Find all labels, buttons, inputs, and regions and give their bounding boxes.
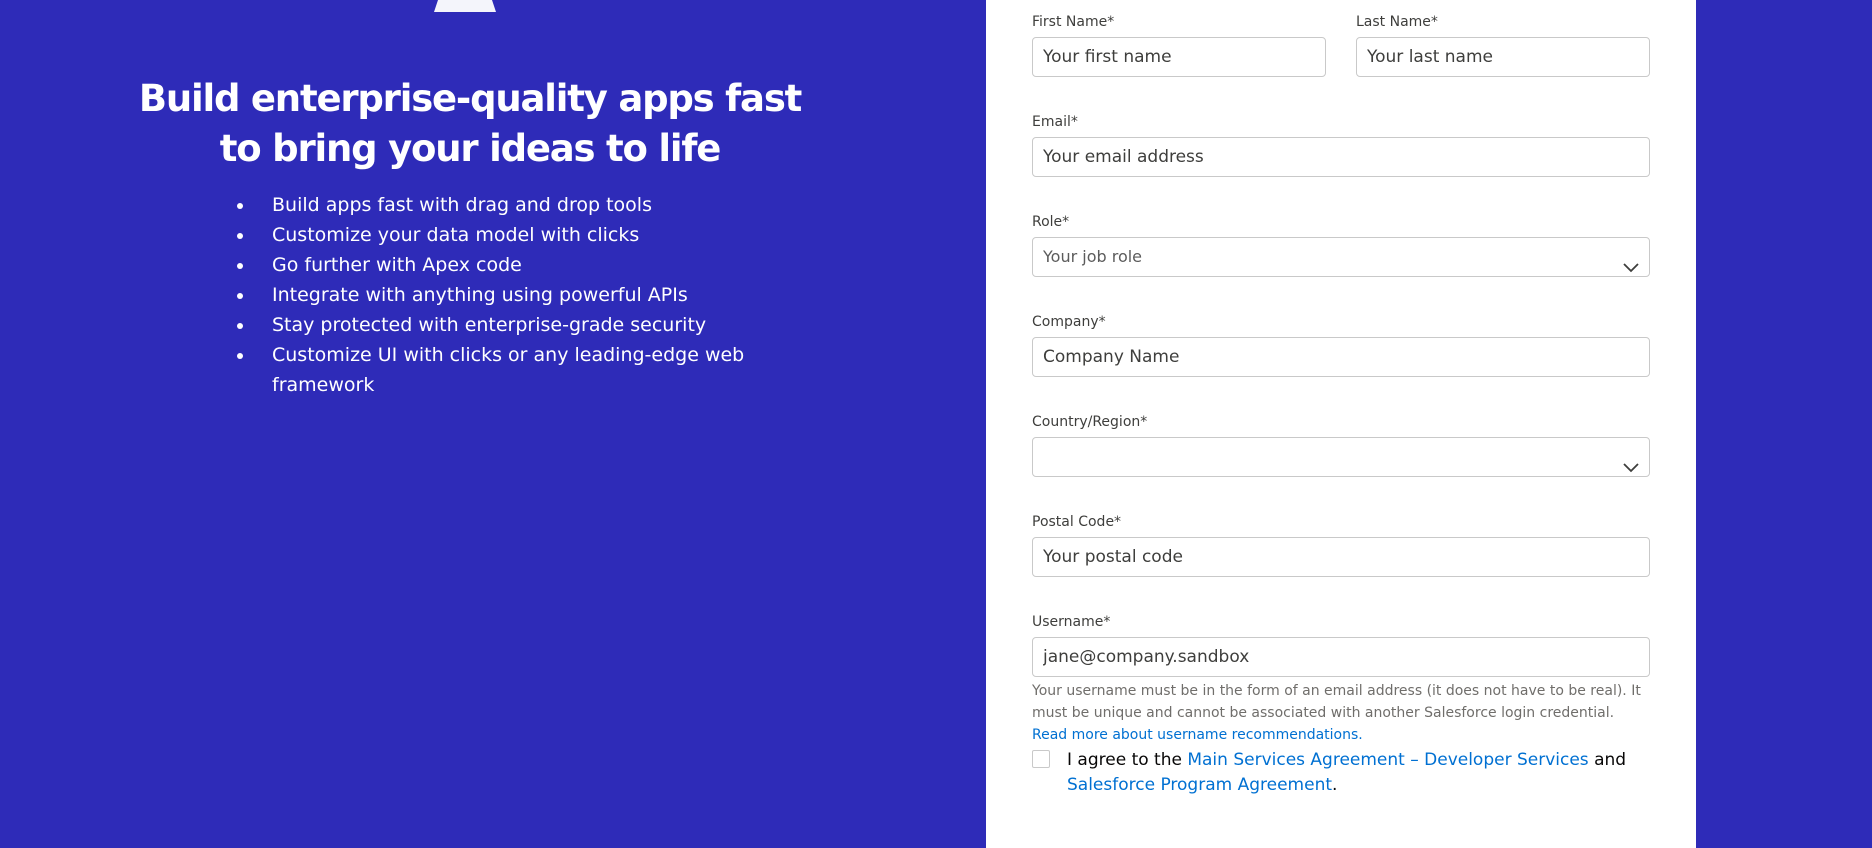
feature-item: Go further with Apex code bbox=[237, 250, 792, 280]
main-services-agreement-link[interactable]: Main Services Agreement – Developer Serv… bbox=[1187, 750, 1588, 770]
agreement-row: I agree to the Main Services Agreement –… bbox=[1032, 748, 1652, 798]
agreement-checkbox[interactable] bbox=[1032, 750, 1050, 768]
first-name-label: First Name* bbox=[1032, 14, 1115, 30]
feature-item: Stay protected with enterprise-grade sec… bbox=[237, 310, 792, 340]
role-select-value: Your job role bbox=[1043, 247, 1143, 266]
username-help-text: Your username must be in the form of an … bbox=[1032, 680, 1652, 746]
username-recommendations-link[interactable]: Read more about username recommendations… bbox=[1032, 727, 1363, 743]
last-name-input[interactable] bbox=[1356, 37, 1650, 77]
hero-title-line-2: to bring your ideas to life bbox=[219, 127, 722, 170]
agreement-text: I agree to the Main Services Agreement –… bbox=[1067, 748, 1652, 798]
username-label: Username* bbox=[1032, 614, 1111, 630]
first-name-field-group: First Name* bbox=[1032, 12, 1326, 77]
company-label: Company* bbox=[1032, 314, 1106, 330]
logo-mark-icon bbox=[430, 0, 500, 12]
program-agreement-link[interactable]: Salesforce Program Agreement bbox=[1067, 775, 1332, 795]
role-select[interactable]: Your job role bbox=[1032, 237, 1650, 277]
signup-page: Build enterprise-quality apps fast to br… bbox=[0, 0, 1872, 848]
username-field-group: Username* bbox=[1032, 612, 1650, 677]
postal-code-input[interactable] bbox=[1032, 537, 1650, 577]
signup-form: First Name* Last Name* Email* Role* Your… bbox=[986, 0, 1696, 848]
country-select[interactable] bbox=[1032, 437, 1650, 477]
last-name-field-group: Last Name* bbox=[1356, 12, 1650, 77]
feature-list: Build apps fast with drag and drop tools… bbox=[232, 190, 792, 400]
feature-item: Build apps fast with drag and drop tools bbox=[237, 190, 792, 220]
username-help-body: Your username must be in the form of an … bbox=[1032, 683, 1641, 721]
postal-code-field-group: Postal Code* bbox=[1032, 512, 1650, 577]
agreement-suffix: . bbox=[1332, 775, 1338, 795]
role-field-group: Role* Your job role bbox=[1032, 212, 1650, 277]
feature-item: Customize your data model with clicks bbox=[237, 220, 792, 250]
feature-item: Integrate with anything using powerful A… bbox=[237, 280, 792, 310]
username-input[interactable] bbox=[1032, 637, 1650, 677]
agreement-middle: and bbox=[1588, 750, 1627, 770]
feature-item: Customize UI with clicks or any leading-… bbox=[237, 340, 792, 400]
hero-title: Build enterprise-quality apps fast to br… bbox=[110, 74, 830, 174]
first-name-input[interactable] bbox=[1032, 37, 1326, 77]
country-label: Country/Region* bbox=[1032, 414, 1148, 430]
agreement-prefix: I agree to the bbox=[1067, 750, 1188, 770]
role-label: Role* bbox=[1032, 214, 1070, 230]
postal-code-label: Postal Code* bbox=[1032, 514, 1122, 530]
chevron-down-icon bbox=[1623, 450, 1639, 473]
hero-section: Build enterprise-quality apps fast to br… bbox=[0, 0, 940, 848]
email-input[interactable] bbox=[1032, 137, 1650, 177]
email-label: Email* bbox=[1032, 114, 1078, 130]
chevron-down-icon bbox=[1623, 250, 1639, 273]
email-field-group: Email* bbox=[1032, 112, 1650, 177]
hero-title-line-1: Build enterprise-quality apps fast bbox=[138, 77, 802, 120]
company-field-group: Company* bbox=[1032, 312, 1650, 377]
company-input[interactable] bbox=[1032, 337, 1650, 377]
last-name-label: Last Name* bbox=[1356, 14, 1438, 30]
country-field-group: Country/Region* bbox=[1032, 412, 1650, 477]
